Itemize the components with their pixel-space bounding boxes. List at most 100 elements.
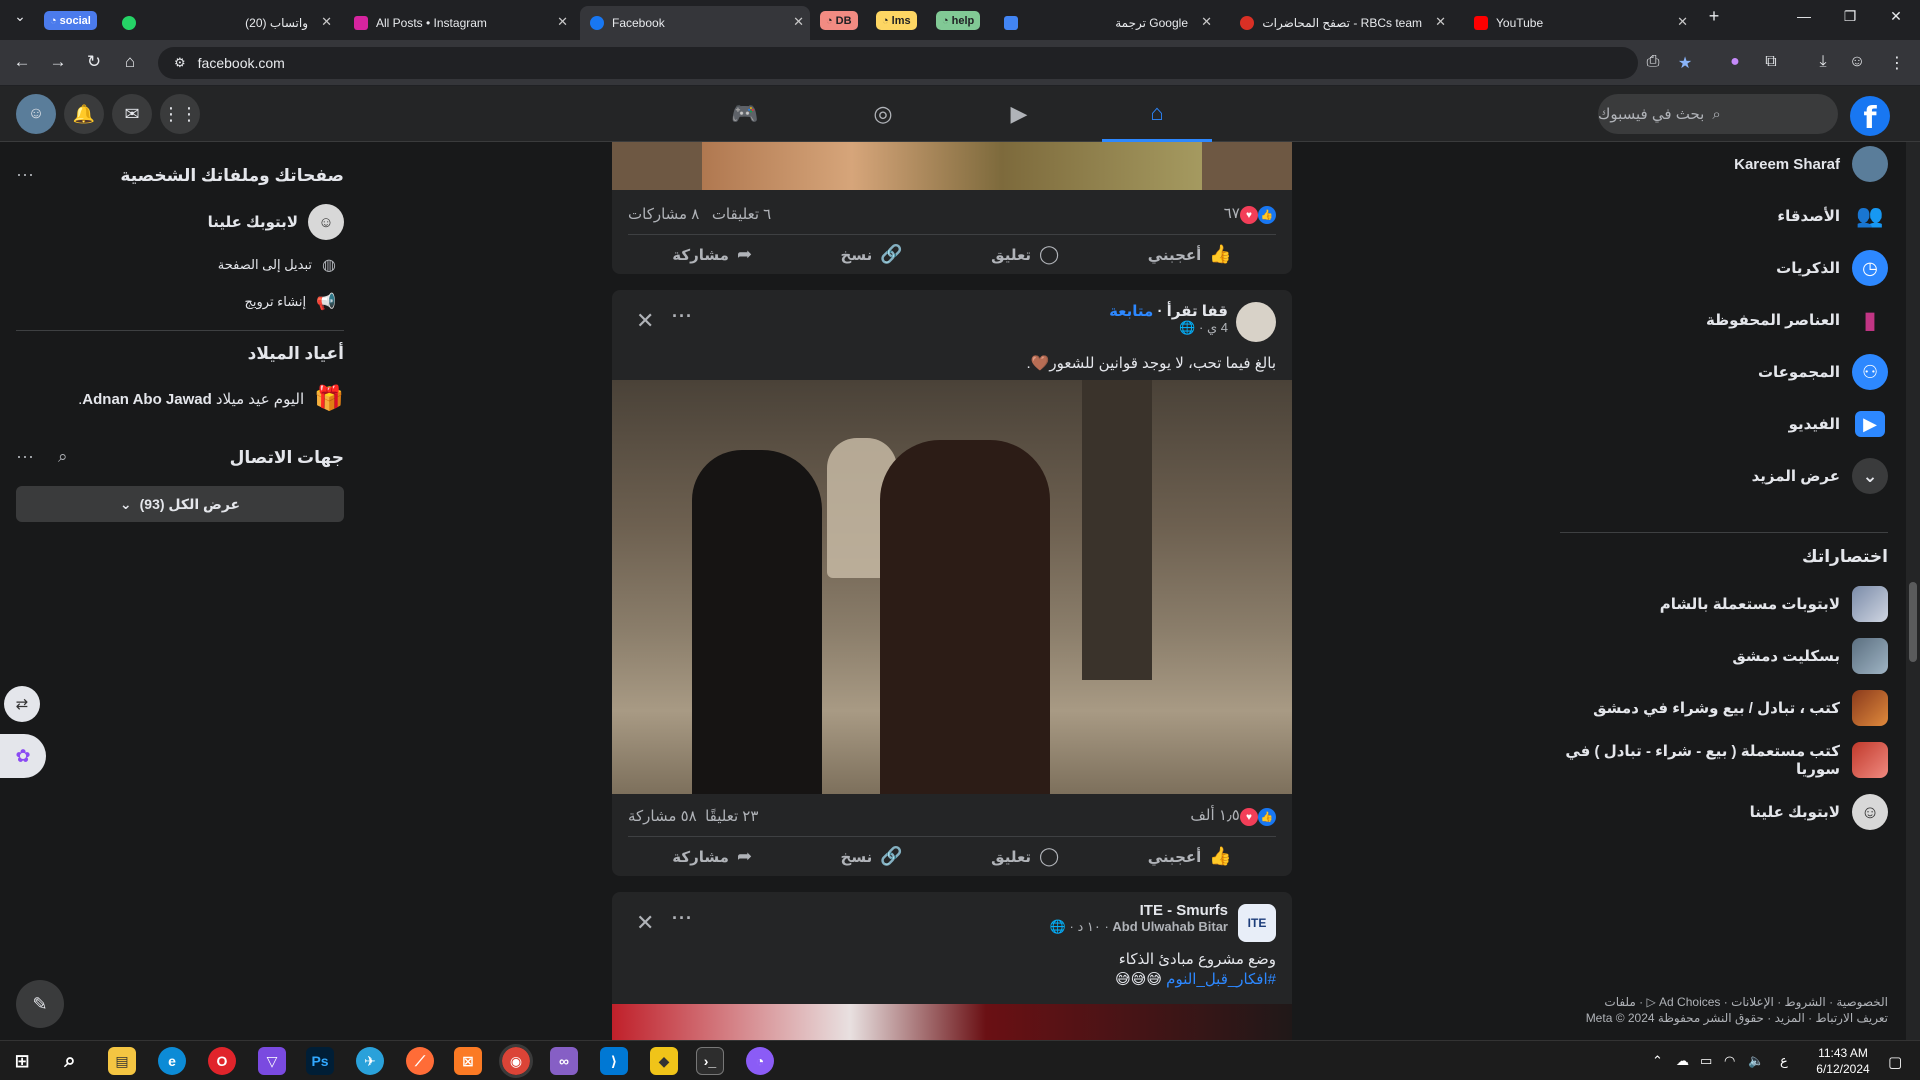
git-icon[interactable]: ◆ [650, 1047, 678, 1075]
switch-page-button[interactable]: ◍ تبديل إلى الصفحة [218, 255, 336, 275]
vpn-icon[interactable]: ▽ [258, 1047, 286, 1075]
battery-icon[interactable]: ▭ [1700, 1053, 1712, 1069]
bookmark-star-icon[interactable]: ★ [1674, 53, 1696, 73]
hide-post-icon[interactable]: ✕ [636, 308, 654, 334]
tab-rbcs[interactable]: تصفح المحاضرات - RBCs team ✕ [1228, 6, 1452, 40]
restore-button[interactable]: ❐ [1828, 8, 1872, 25]
reactions-count[interactable]: 👍♥ ٦٧ [1224, 204, 1276, 225]
shortcut-item[interactable]: كتب ، تبادل / بيع وشراء في دمشق [1593, 686, 1888, 730]
extension-icon[interactable]: ● [1724, 53, 1746, 71]
post-options-icon[interactable]: ··· [672, 306, 693, 327]
post-author[interactable]: Abd Ulwahab Bitar [1112, 919, 1228, 934]
menu-icon[interactable]: ⋮ [1886, 53, 1908, 73]
post-options-icon[interactable]: ··· [672, 908, 693, 929]
video-tab-icon[interactable]: ▶ [964, 86, 1074, 142]
github-icon[interactable]: ◔ [746, 1047, 774, 1075]
minimize-button[interactable]: — [1782, 8, 1826, 24]
telegram-icon[interactable]: ✈ [356, 1047, 384, 1075]
shortcut-item[interactable]: بسكليت دمشق [1732, 634, 1888, 678]
engagement-counts[interactable]: ٢٣ تعليقًا ٥٨ مشاركة [628, 807, 758, 825]
volume-icon[interactable]: 🔈 [1748, 1053, 1764, 1069]
sidebar-item-profile[interactable]: Kareem Sharaf [1734, 142, 1888, 186]
tab-youtube[interactable]: YouTube ✕ [1464, 6, 1694, 40]
install-app-icon[interactable]: ⎙ [1642, 53, 1664, 71]
post-image[interactable] [612, 1004, 1292, 1042]
opera-icon[interactable]: O [208, 1047, 236, 1075]
tab-instagram[interactable]: All Posts • Instagram ✕ [344, 6, 574, 40]
messenger-icon[interactable]: ✉ [112, 94, 152, 134]
engagement-counts[interactable]: ٦ تعليقات ٨ مشاركات [628, 205, 771, 223]
comment-button[interactable]: ◯ تعليق [991, 244, 1059, 265]
tab-group-social[interactable]: ◔ social [44, 11, 97, 30]
sidebar-item-video[interactable]: ▶ الفيديو [1789, 402, 1888, 446]
tab-whatsapp[interactable]: (20) واتساب ✕ [112, 6, 338, 40]
search-contacts-icon[interactable]: ⌕ [58, 447, 68, 467]
tab-group-db[interactable]: ◔ DB [820, 11, 858, 30]
new-message-icon[interactable]: ✎ [16, 980, 64, 1028]
show-all-contacts-button[interactable]: عرض الكل (93) ⌄ [16, 486, 344, 522]
close-tab-icon[interactable]: ✕ [557, 14, 568, 30]
shortcut-item[interactable]: ☺ لابتوبك علينا [1750, 790, 1888, 834]
windows-start-icon[interactable]: ⊞ [8, 1047, 36, 1075]
reactions-count[interactable]: 👍♥ ١٫٥ ألف [1190, 806, 1276, 827]
home-tab-icon[interactable]: ⌂ [1102, 86, 1212, 142]
more-options-icon[interactable]: ··· [16, 164, 34, 185]
site-info-icon[interactable]: ⚙ [174, 55, 186, 71]
tab-google-translate[interactable]: ترجمة Google ✕ [996, 6, 1218, 40]
reload-icon[interactable]: ↻ [82, 52, 106, 72]
onedrive-icon[interactable]: ☁ [1676, 1053, 1689, 1069]
close-tab-icon[interactable]: ✕ [321, 14, 332, 30]
tab-group-help[interactable]: ◔ help [936, 11, 981, 30]
facebook-logo[interactable]: f [1850, 96, 1890, 136]
url-bar[interactable]: ⚙ facebook.com [158, 47, 1638, 79]
tab-group-lms[interactable]: ◔ lms [876, 11, 917, 30]
home-icon[interactable]: ⌂ [118, 52, 142, 72]
postman-icon[interactable]: ⟋ [406, 1047, 434, 1075]
hide-post-icon[interactable]: ✕ [636, 910, 654, 936]
input-language[interactable]: ع [1780, 1053, 1788, 1069]
file-explorer-icon[interactable]: ▤ [108, 1047, 136, 1075]
search-icon[interactable]: ⌕ [56, 1047, 84, 1075]
share-button[interactable]: ➦ مشاركة [672, 846, 752, 867]
post-time[interactable]: 4 ي · 🌐 [1109, 320, 1228, 336]
back-icon[interactable]: ← [10, 52, 34, 72]
visual-studio-icon[interactable]: ∞ [550, 1047, 578, 1075]
sidebar-item-saved[interactable]: ▮ العناصر المحفوظة [1706, 298, 1888, 342]
close-tab-icon[interactable]: ✕ [793, 14, 804, 30]
translate-float-icon[interactable]: ⇄ [4, 686, 40, 722]
notifications-icon[interactable]: ▢ [1888, 1053, 1902, 1071]
post-author[interactable]: قفا تقرأ [1167, 303, 1228, 320]
page-item[interactable]: ☺ لابتوبك علينا [208, 204, 344, 240]
birthday-item[interactable]: 🎁 اليوم عيد ميلاد Adnan Abo Jawad. [78, 384, 344, 413]
close-window-button[interactable]: ✕ [1874, 8, 1918, 25]
create-promotion-button[interactable]: 📢 إنشاء ترويج [244, 292, 336, 312]
post-group-name[interactable]: ITE - Smurfs [1050, 902, 1228, 919]
see-more-button[interactable]: ⌄ عرض المزيد [1752, 454, 1888, 498]
hashtag-link[interactable]: #افكار_قبل_النوم [1166, 971, 1276, 988]
photoshop-icon[interactable]: Ps [306, 1047, 334, 1075]
sidebar-item-memories[interactable]: ◷ الذكريات [1776, 246, 1888, 290]
chrome-icon[interactable]: ◉ [499, 1044, 533, 1078]
groups-tab-icon[interactable]: ◎ [828, 86, 938, 142]
download-icon[interactable]: ⤓ [1812, 53, 1834, 71]
xampp-icon[interactable]: ⊠ [454, 1047, 482, 1075]
edge-icon[interactable]: e [158, 1047, 186, 1075]
close-tab-icon[interactable]: ✕ [1435, 14, 1446, 30]
close-tab-icon[interactable]: ✕ [1677, 14, 1688, 30]
sidebar-item-groups[interactable]: ⚇ المجموعات [1758, 350, 1888, 394]
like-button[interactable]: 👍 أعجبني [1148, 244, 1232, 265]
sidebar-item-friends[interactable]: 👥 الأصدقاء [1777, 194, 1888, 238]
shortcut-item[interactable]: كتب مستعملة ( بيع - شراء - تبادل ) في سو… [1560, 738, 1888, 782]
brain-extension-icon[interactable]: ✿ [0, 734, 46, 778]
scrollbar-thumb[interactable] [1909, 582, 1917, 662]
wifi-icon[interactable]: ◠ [1724, 1053, 1735, 1069]
clock[interactable]: 11:43 AM 6/12/2024 [1804, 1045, 1882, 1077]
share-button[interactable]: ➦ مشاركة [672, 244, 752, 265]
forward-icon[interactable]: → [46, 52, 70, 72]
new-tab-button[interactable]: + [1692, 6, 1736, 27]
like-button[interactable]: 👍 أعجبني [1148, 846, 1232, 867]
notifications-icon[interactable]: 🔔 [64, 94, 104, 134]
copy-button[interactable]: 🔗 نسخ [841, 846, 903, 867]
follow-link[interactable]: متابعة [1109, 303, 1153, 320]
post-author-avatar[interactable] [1236, 302, 1276, 342]
